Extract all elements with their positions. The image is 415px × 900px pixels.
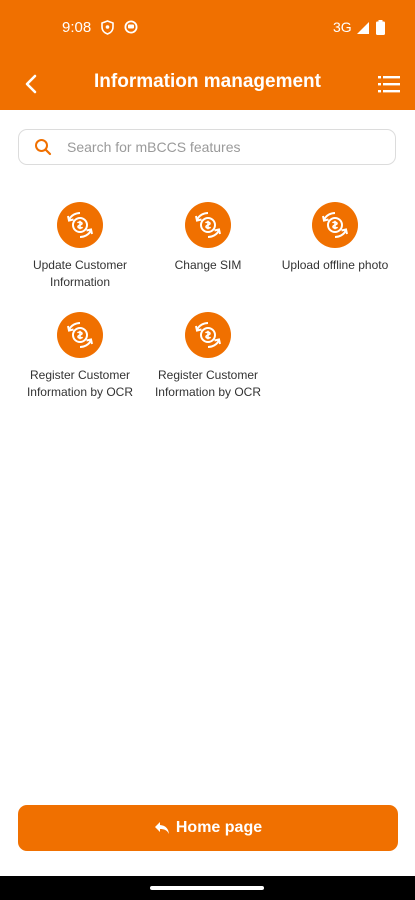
feature-register-customer-information-ocr[interactable]: Register Customer Information by OCR	[17, 312, 143, 401]
money-swap-icon	[185, 312, 231, 358]
feature-register-customer-information-ocr-2[interactable]: Register Customer Information by OCR	[145, 312, 271, 401]
status-time: 9:08	[62, 19, 92, 36]
ring-icon	[124, 20, 138, 39]
search-icon	[34, 138, 52, 161]
feature-change-sim[interactable]: Change SIM	[145, 202, 271, 274]
feature-label: Register Customer Information by OCR	[26, 368, 134, 399]
feature-label: Change SIM	[174, 258, 242, 272]
reply-arrow-icon	[154, 822, 169, 834]
network-type: 3G	[333, 19, 352, 35]
list-menu-icon	[378, 76, 400, 93]
gesture-handle[interactable]	[150, 886, 264, 890]
app-bar: Information management	[0, 58, 415, 110]
status-bar: 9:08 3G	[0, 0, 415, 58]
money-swap-icon	[312, 202, 358, 248]
money-swap-icon	[185, 202, 231, 248]
money-swap-icon	[57, 312, 103, 358]
search-box[interactable]	[18, 129, 396, 165]
money-swap-icon	[57, 202, 103, 248]
navigation-bar	[0, 876, 415, 900]
feature-label: Register Customer Information by OCR	[154, 368, 262, 399]
page-title: Information management	[94, 71, 321, 92]
battery-icon	[376, 20, 385, 40]
location-shield-icon	[101, 20, 114, 40]
menu-button[interactable]	[376, 72, 402, 96]
home-page-label: Home page	[175, 819, 263, 836]
feature-label: Update Customer Information	[32, 258, 128, 289]
feature-label: Upload offline photo	[281, 258, 389, 272]
signal-icon	[356, 21, 370, 40]
feature-update-customer-information[interactable]: Update Customer Information	[17, 202, 143, 291]
home-page-button[interactable]: Home page	[18, 805, 398, 851]
feature-upload-offline-photo[interactable]: Upload offline photo	[272, 202, 398, 274]
search-input[interactable]	[67, 130, 387, 164]
